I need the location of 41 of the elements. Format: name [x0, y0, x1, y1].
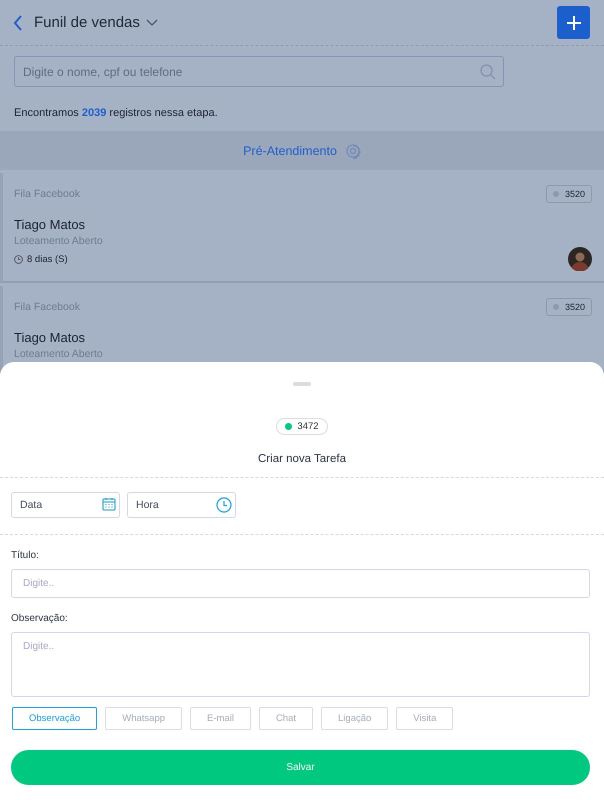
id-badge: 3520 — [546, 185, 592, 203]
id-badge: 3520 — [546, 298, 592, 316]
status-dot — [285, 423, 292, 430]
project-name: Loteamento Aberto — [14, 348, 104, 360]
field-label: Título: — [11, 550, 40, 561]
back-icon[interactable] — [12, 14, 24, 32]
calendar-icon[interactable] — [102, 497, 116, 511]
task-type-button[interactable]: Whatsapp — [105, 707, 182, 730]
sheet-title: Criar nova Tarefa — [0, 453, 604, 478]
time-field[interactable]: Hora — [127, 492, 236, 518]
field-label: Observação: — [11, 613, 69, 624]
task-type-button[interactable]: Observação — [12, 707, 98, 730]
search-icon[interactable] — [480, 64, 496, 80]
caret-icon[interactable] — [146, 18, 158, 26]
avatar — [568, 247, 592, 271]
drag-handle[interactable] — [293, 382, 311, 386]
task-type-button[interactable]: Chat — [258, 707, 314, 730]
lead-name: Tiago Matos — [14, 330, 86, 345]
id-badge: 3472 — [276, 418, 328, 435]
search-field[interactable]: Digite o nome, cpf ou telefone — [14, 56, 504, 87]
add-button[interactable] — [557, 6, 590, 39]
lead-name: Tiago Matos — [14, 217, 86, 232]
queue-label: Fila Facebook — [14, 188, 80, 200]
note-field[interactable]: Digite.. — [11, 632, 590, 697]
task-type-button[interactable]: Ligação — [321, 707, 388, 730]
stage-title[interactable]: Pré-Atendimento — [243, 144, 337, 158]
clock-icon — [14, 254, 23, 264]
results-summary: Encontramos 2039 registros nessa etapa. — [14, 107, 219, 119]
elapsed-time: 8 dias (S) — [27, 254, 68, 264]
queue-label: Fila Facebook — [14, 301, 80, 313]
task-type-button[interactable]: Visita — [396, 707, 454, 730]
task-type-button[interactable]: E-mail — [190, 707, 251, 730]
project-name: Loteamento Aberto — [14, 235, 104, 247]
lead-card[interactable]: Fila Facebook 3520 Tiago Matos Loteamento Aberto 8 dias (S) — [0, 173, 604, 283]
save-button[interactable]: Salvar — [11, 750, 590, 785]
plus-icon — [566, 16, 580, 30]
date-field[interactable]: Data — [11, 492, 120, 518]
settings-icon[interactable] — [344, 142, 361, 158]
clock-icon[interactable] — [216, 497, 232, 513]
page-title: Funil de vendas — [34, 14, 140, 31]
title-field[interactable]: Digite.. — [11, 569, 590, 598]
